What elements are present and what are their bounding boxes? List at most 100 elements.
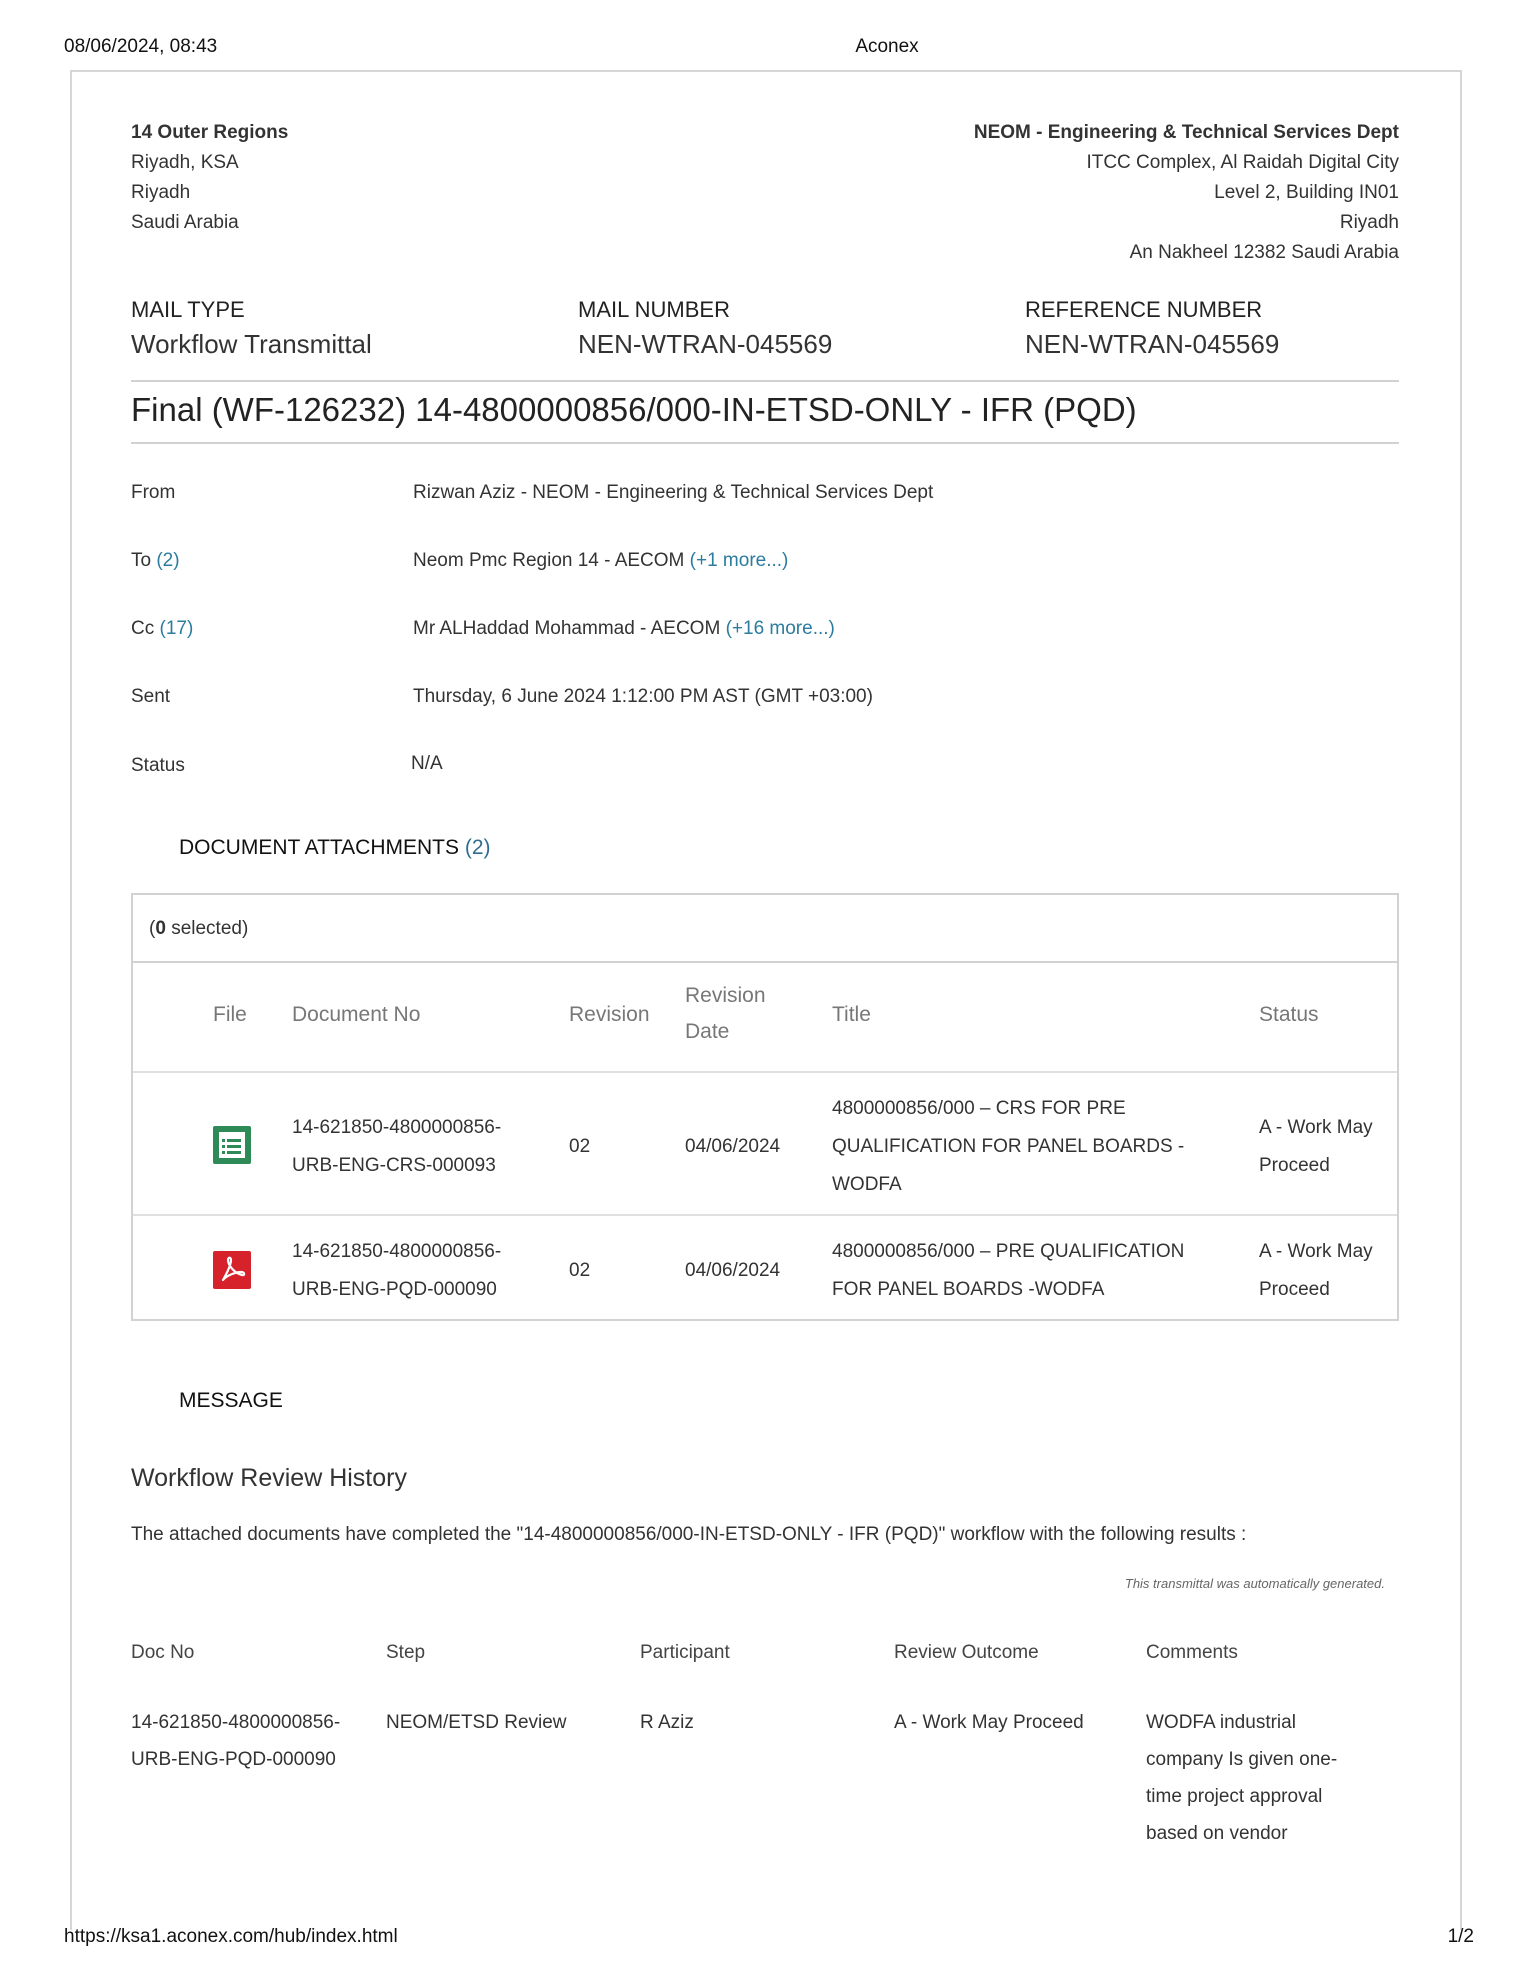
history-outcome: A - Work May Proceed bbox=[894, 1712, 1084, 1733]
page-number: 1/2 bbox=[1447, 1926, 1474, 1947]
revision-value: 02 bbox=[569, 1260, 591, 1281]
history-header-step: Step bbox=[386, 1642, 426, 1663]
selection-count: (0 selected) bbox=[133, 895, 1397, 963]
mail-type-value: Workflow Transmittal bbox=[131, 329, 372, 359]
history-header-comments: Comments bbox=[1146, 1642, 1238, 1663]
history-header-participant: Participant bbox=[640, 1642, 730, 1663]
document-status-line: A - Work May bbox=[1259, 1241, 1373, 1262]
workflow-summary-text: The attached documents have completed th… bbox=[131, 1524, 1247, 1545]
sent-label: Sent bbox=[131, 686, 171, 707]
sender-address-line: Saudi Arabia bbox=[131, 212, 239, 233]
recipient-address-line: An Nakheel 12382 Saudi Arabia bbox=[1129, 242, 1399, 263]
column-header-revision-date[interactable]: Revision Date bbox=[685, 978, 766, 1050]
document-title: 4800000856/000 – PRE QUALIFICATION FOR P… bbox=[832, 1233, 1184, 1309]
document-title-line: WODFA bbox=[832, 1174, 902, 1195]
sender-address-line: Riyadh bbox=[131, 182, 191, 203]
from-value: Rizwan Aziz - NEOM - Engineering & Techn… bbox=[413, 482, 934, 503]
document-status-line: A - Work May bbox=[1259, 1117, 1373, 1138]
cc-count-link[interactable]: (17) bbox=[160, 618, 194, 639]
spreadsheet-icon[interactable] bbox=[213, 1126, 251, 1164]
column-header-file[interactable]: File bbox=[213, 997, 247, 1033]
row-divider bbox=[133, 1214, 1397, 1216]
column-header-status[interactable]: Status bbox=[1259, 997, 1319, 1033]
cc-recipient: Mr ALHaddad Mohammad - AECOM bbox=[413, 618, 721, 639]
print-url: https://ksa1.aconex.com/hub/index.html bbox=[64, 1926, 398, 1947]
mail-type-label: MAIL TYPE bbox=[131, 297, 245, 322]
cc-value: Mr ALHaddad Mohammad - AECOM (+16 more..… bbox=[413, 618, 835, 640]
message-title: MESSAGE bbox=[179, 1389, 283, 1412]
selected-number: 0 bbox=[155, 918, 166, 939]
divider bbox=[131, 380, 1399, 382]
status-value: N/A bbox=[411, 753, 443, 774]
document-title-line: QUALIFICATION FOR PANEL BOARDS - bbox=[832, 1136, 1185, 1157]
document-title-line: 4800000856/000 – CRS FOR PRE bbox=[832, 1098, 1126, 1119]
to-label-text: To bbox=[131, 550, 152, 571]
mail-meta: MAIL TYPE Workflow Transmittal MAIL NUMB… bbox=[131, 296, 1399, 366]
recipient-address-line: Riyadh bbox=[1339, 212, 1399, 233]
sent-value: Thursday, 6 June 2024 1:12:00 PM AST (GM… bbox=[413, 686, 873, 707]
document-number[interactable]: 14-621850-4800000856- URB-ENG-PQD-000090 bbox=[292, 1233, 501, 1309]
divider bbox=[131, 442, 1399, 444]
selection-text: selected) bbox=[171, 918, 249, 939]
column-header-revision-date-line: Date bbox=[685, 1020, 730, 1043]
recipient-address: NEOM - Engineering & Technical Services … bbox=[780, 118, 1399, 268]
column-header-document-no[interactable]: Document No bbox=[292, 997, 420, 1033]
workflow-review-heading: Workflow Review History bbox=[131, 1464, 407, 1492]
document-status: A - Work May Proceed bbox=[1259, 1109, 1373, 1185]
mail-number: MAIL NUMBER NEN-WTRAN-045569 bbox=[578, 296, 832, 362]
recipient-name: NEOM - Engineering & Technical Services … bbox=[973, 122, 1399, 143]
to-count-link[interactable]: (2) bbox=[156, 550, 179, 571]
history-doc-no: 14-621850-4800000856- URB-ENG-PQD-000090 bbox=[131, 1704, 340, 1778]
document-number[interactable]: 14-621850-4800000856- URB-ENG-CRS-000093 bbox=[292, 1109, 501, 1185]
history-header-outcome: Review Outcome bbox=[894, 1642, 1039, 1663]
history-doc-no-line: 14-621850-4800000856- bbox=[131, 1712, 341, 1733]
to-label: To (2) bbox=[131, 550, 180, 572]
reference-number-label: REFERENCE NUMBER bbox=[1025, 297, 1263, 322]
to-more-link[interactable]: (+1 more...) bbox=[690, 550, 789, 571]
revision-date-value: 04/06/2024 bbox=[685, 1136, 781, 1157]
cc-more-link[interactable]: (+16 more...) bbox=[726, 618, 835, 639]
revision-date-value: 04/06/2024 bbox=[685, 1260, 781, 1281]
to-recipient: Neom Pmc Region 14 - AECOM bbox=[413, 550, 685, 571]
history-comments-line: time project approval bbox=[1146, 1786, 1323, 1807]
sender-address: 14 Outer Regions Riyadh, KSA Riyadh Saud… bbox=[131, 118, 288, 238]
status-label: Status bbox=[131, 755, 185, 776]
history-comments-line: company Is given one- bbox=[1146, 1749, 1338, 1770]
document-title-line: 4800000856/000 – PRE QUALIFICATION bbox=[832, 1241, 1185, 1262]
print-title: Aconex bbox=[855, 36, 919, 57]
document-number-line: 14-621850-4800000856- bbox=[292, 1241, 502, 1262]
print-header: 08/06/2024, 08:43 Aconex bbox=[64, 36, 1474, 60]
history-doc-no-line: URB-ENG-PQD-000090 bbox=[131, 1749, 336, 1770]
document-number-line: URB-ENG-CRS-000093 bbox=[292, 1155, 496, 1176]
row-divider bbox=[133, 1071, 1397, 1073]
auto-generated-note: This transmittal was automatically gener… bbox=[1124, 1576, 1385, 1591]
document-title: 4800000856/000 – CRS FOR PRE QUALIFICATI… bbox=[832, 1090, 1184, 1204]
revision-value: 02 bbox=[569, 1136, 591, 1157]
attachments-title: DOCUMENT ATTACHMENTS (2) bbox=[179, 836, 491, 860]
sender-name: 14 Outer Regions bbox=[131, 122, 289, 143]
document-status-line: Proceed bbox=[1259, 1279, 1330, 1300]
column-header-revision[interactable]: Revision bbox=[569, 997, 650, 1033]
reference-number: REFERENCE NUMBER NEN-WTRAN-045569 bbox=[1025, 296, 1279, 362]
document-number-line: 14-621850-4800000856- bbox=[292, 1117, 502, 1138]
mail-type: MAIL TYPE Workflow Transmittal bbox=[131, 296, 372, 362]
document-title-line: FOR PANEL BOARDS -WODFA bbox=[832, 1279, 1105, 1300]
document-status-line: Proceed bbox=[1259, 1155, 1330, 1176]
cc-label-text: Cc bbox=[131, 618, 155, 639]
history-header-doc-no: Doc No bbox=[131, 1642, 195, 1663]
history-comments-line: WODFA industrial bbox=[1146, 1712, 1296, 1733]
mail-subject: Final (WF-126232) 14-4800000856/000-IN-E… bbox=[131, 391, 1137, 428]
column-header-title[interactable]: Title bbox=[832, 997, 871, 1033]
sender-address-line: Riyadh, KSA bbox=[131, 152, 239, 173]
attachments-count: (2) bbox=[464, 836, 491, 859]
pdf-icon[interactable] bbox=[213, 1251, 251, 1289]
to-value: Neom Pmc Region 14 - AECOM (+1 more...) bbox=[413, 550, 788, 572]
history-step: NEOM/ETSD Review bbox=[386, 1712, 567, 1733]
cc-label: Cc (17) bbox=[131, 618, 193, 640]
history-participant: R Aziz bbox=[640, 1712, 694, 1733]
mail-number-label: MAIL NUMBER bbox=[578, 297, 730, 322]
recipient-address-line: ITCC Complex, Al Raidah Digital City bbox=[1086, 152, 1399, 173]
attachments-title-text: DOCUMENT ATTACHMENTS bbox=[179, 836, 460, 859]
recipient-address-line: Level 2, Building IN01 bbox=[1214, 182, 1399, 203]
mail-number-value: NEN-WTRAN-045569 bbox=[578, 329, 833, 359]
